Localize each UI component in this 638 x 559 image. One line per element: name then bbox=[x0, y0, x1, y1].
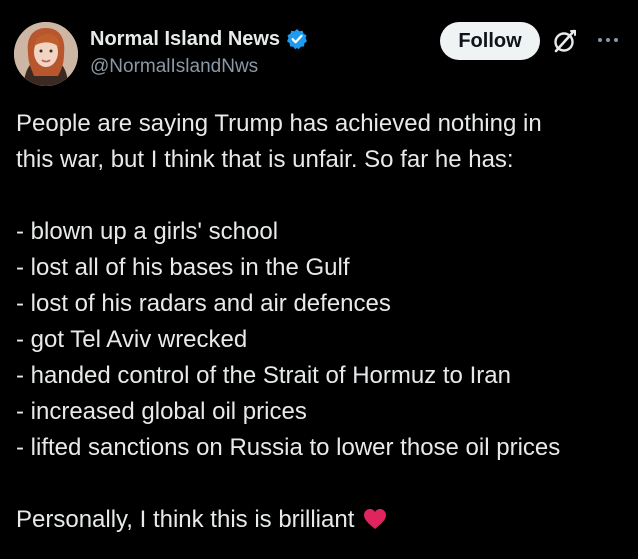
tweet-card: Normal Island News @NormalIslandNws Foll… bbox=[0, 0, 638, 559]
post-closing-text: Personally, I think this is brilliant bbox=[16, 506, 355, 533]
list-item: - increased global oil prices bbox=[16, 398, 307, 425]
list-item: - blown up a girls' school bbox=[16, 218, 279, 245]
follow-button[interactable]: Follow bbox=[440, 22, 540, 60]
post-intro-line: People are saying Trump has achieved not… bbox=[16, 110, 542, 137]
post-intro-line: this war, but I think that is unfair. So… bbox=[16, 146, 514, 173]
more-dots-icon[interactable] bbox=[594, 30, 622, 50]
grok-icon[interactable] bbox=[552, 28, 578, 54]
list-item: - got Tel Aviv wrecked bbox=[16, 326, 248, 353]
list-item: - handed control of the Strait of Hormuz… bbox=[16, 362, 511, 389]
author-name-row: Normal Island News bbox=[90, 26, 308, 52]
post-body: People are saying Trump has achieved not… bbox=[16, 106, 628, 538]
post-closing-line: Personally, I think this is brilliant bbox=[16, 502, 628, 538]
verified-badge-icon bbox=[286, 28, 308, 50]
author-handle[interactable]: @NormalIslandNws bbox=[90, 56, 258, 78]
display-name[interactable]: Normal Island News bbox=[90, 28, 280, 51]
avatar[interactable] bbox=[14, 22, 78, 86]
list-item: - lifted sanctions on Russia to lower th… bbox=[16, 434, 561, 461]
list-item: - lost all of his bases in the Gulf bbox=[16, 254, 350, 281]
list-item: - lost of his radars and air defences bbox=[16, 290, 391, 317]
heart-icon bbox=[362, 507, 388, 531]
